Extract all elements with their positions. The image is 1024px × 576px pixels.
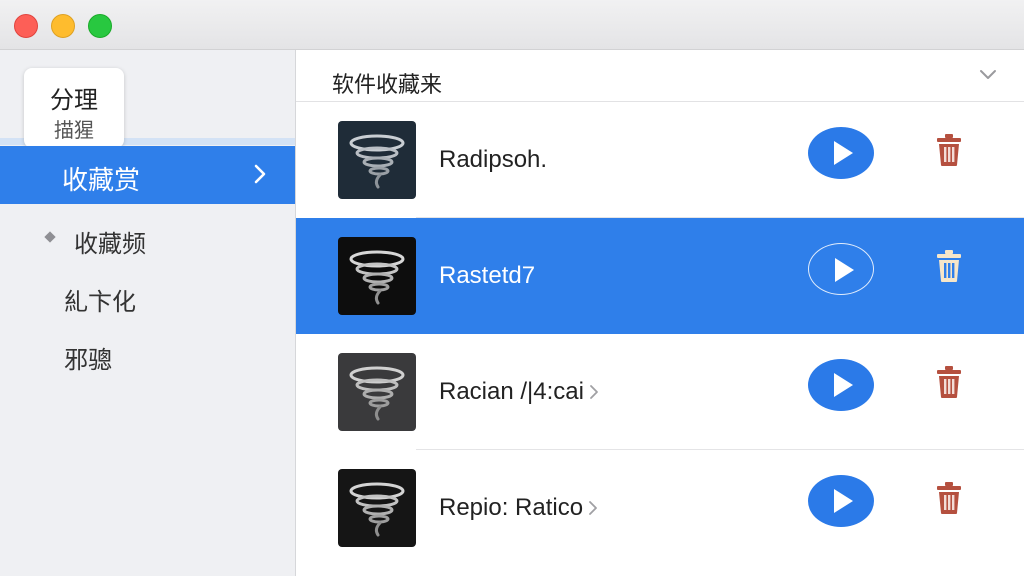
sidebar-card-subtitle: 描猩 <box>54 120 94 142</box>
list-item[interactable]: Repio: Ratico <box>296 450 1024 566</box>
sidebar: 分理 描猩 收藏赏 收藏频 糺卞化 邪骢 <box>0 50 296 576</box>
chevron-right-icon <box>254 164 266 184</box>
trash-icon[interactable] <box>934 480 964 516</box>
list-item-selected[interactable]: Rastetd7 <box>296 218 1024 334</box>
sidebar-tooltip-card: 分理 描猩 <box>24 68 124 148</box>
play-icon <box>834 489 853 513</box>
tornado-icon <box>349 250 405 305</box>
chevron-down-icon[interactable] <box>978 68 998 82</box>
list-item[interactable]: Racian /|4:cai <box>296 334 1024 450</box>
row-title-wrap: Repio: Ratico <box>439 494 599 522</box>
diamond-bullet-icon <box>44 231 56 243</box>
sidebar-item-label: 收藏赏 <box>62 165 141 195</box>
row-title: Radipsoh. <box>439 146 548 173</box>
chevron-right-icon <box>590 385 598 399</box>
play-button[interactable] <box>808 359 874 411</box>
row-title-wrap: Racian /|4:cai <box>439 378 600 406</box>
sidebar-item-fourth[interactable]: 邪骢 <box>0 324 295 382</box>
trash-icon[interactable] <box>934 132 964 168</box>
play-icon <box>835 258 854 282</box>
row-thumbnail <box>338 237 416 315</box>
sidebar-item-third[interactable]: 糺卞化 <box>0 266 295 324</box>
trash-icon[interactable] <box>934 364 964 400</box>
window-titlebar <box>0 0 1024 50</box>
page-title: 软件收藏来 <box>332 72 443 97</box>
row-thumbnail <box>338 121 416 199</box>
main-panel: 软件收藏来 Radipsoh. Rastetd7 Racian /|4:cai … <box>296 50 1024 576</box>
tornado-icon <box>349 482 405 537</box>
row-title: Rastetd7 <box>439 262 536 289</box>
maximize-button[interactable] <box>88 14 112 38</box>
list-item[interactable]: Radipsoh. <box>296 102 1024 218</box>
row-thumbnail <box>338 469 416 547</box>
play-icon <box>834 373 853 397</box>
sidebar-card-title: 分理 <box>50 87 98 114</box>
list-header: 软件收藏来 <box>296 50 1024 102</box>
row-title: Repio: Ratico <box>439 494 584 521</box>
trash-icon[interactable] <box>934 248 964 284</box>
minimize-button[interactable] <box>51 14 75 38</box>
play-icon <box>834 141 853 165</box>
play-button[interactable] <box>808 243 874 295</box>
chevron-right-icon <box>589 501 597 515</box>
row-title: Racian /|4:cai <box>439 378 584 405</box>
play-button[interactable] <box>808 475 874 527</box>
row-thumbnail <box>338 353 416 431</box>
sidebar-item-frequent[interactable]: 收藏频 <box>0 208 295 266</box>
tornado-icon <box>349 134 405 189</box>
sidebar-item-label: 糺卞化 <box>64 289 136 316</box>
sidebar-item-label: 收藏频 <box>74 231 146 258</box>
tornado-icon <box>349 366 405 421</box>
sidebar-item-favorites[interactable]: 收藏赏 <box>0 146 295 204</box>
play-button[interactable] <box>808 127 874 179</box>
sidebar-item-label: 邪骢 <box>64 347 112 374</box>
close-button[interactable] <box>14 14 38 38</box>
